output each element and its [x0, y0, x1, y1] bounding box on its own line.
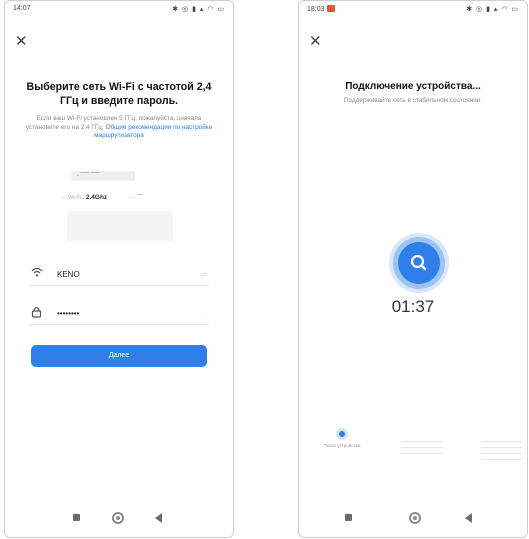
close-icon[interactable]: ✕ [15, 34, 28, 49]
page-title: Выберите сеть Wi-Fi с частотой 2,4 ГГц и… [26, 81, 212, 107]
next-button[interactable]: Далее [31, 345, 207, 367]
system-nav-bar [5, 511, 233, 525]
router-guide-link[interactable]: Общие рекомендации по настройке маршрути… [94, 124, 212, 140]
wifi-icon [31, 267, 43, 280]
wifi-switch-icon[interactable]: ⇄ [200, 270, 207, 279]
status-icons: ✱ ◎ ▮ ▴ ◠ ▭ [172, 6, 225, 13]
wifi-name-field[interactable]: KENO ⇄ [29, 265, 209, 286]
step-pending [397, 431, 447, 454]
close-icon[interactable]: ✕ [309, 34, 322, 49]
step-label: Поиск устройства [323, 443, 361, 448]
countdown-timer: 01:37 [391, 297, 435, 316]
recents-icon[interactable] [73, 514, 80, 521]
system-nav-bar [299, 511, 527, 525]
wifi-name-value: KENO [57, 270, 80, 279]
step-pending [477, 431, 527, 460]
router-band-label: Wi-Fi [68, 195, 82, 201]
search-icon [398, 242, 440, 284]
status-time: 14:07 [13, 5, 31, 12]
step-search-device: Поиск устройства [317, 431, 367, 449]
back-icon[interactable] [155, 513, 162, 523]
status-time: 18:03 [307, 5, 335, 13]
page-subtitle: Поддерживайте сеть в стабильном состояни… [343, 97, 483, 104]
progress-steps: Поиск устройства [313, 431, 523, 471]
wifi-setup-screen: 14:07 ✱ ◎ ▮ ▴ ◠ ▭ ✕ Выберите сеть Wi-Fi … [4, 0, 234, 538]
password-value: •••••••• [57, 309, 80, 318]
lock-icon [31, 306, 42, 321]
status-bar: 14:07 ✱ ◎ ▮ ▴ ◠ ▭ [13, 5, 225, 17]
password-field[interactable]: •••••••• ◌ [29, 304, 209, 325]
recents-icon[interactable] [345, 514, 352, 521]
connecting-screen: 18:03 ✱ ◎ ▮ ▴ ◠ ▭ ✕ Подключение устройст… [298, 0, 528, 538]
router-settings-illustration: • ▔▔ ▔▔ — Wi-Fi : 2.4Ghz — ▔ [57, 167, 181, 247]
page-title: Подключение устройства... [345, 81, 481, 92]
router-band-value: 2.4Ghz [85, 194, 108, 201]
back-icon[interactable] [465, 513, 472, 523]
home-icon[interactable] [112, 512, 124, 524]
status-icons: ✱ ◎ ▮ ▴ ◠ ▭ [466, 6, 519, 13]
status-bar: 18:03 ✱ ◎ ▮ ▴ ◠ ▭ [307, 5, 519, 17]
record-indicator-icon [326, 5, 335, 12]
step-active-dot [339, 431, 345, 437]
home-icon[interactable] [409, 512, 421, 524]
show-password-icon[interactable]: ◌ [202, 309, 207, 318]
page-subtitle: Если ваш Wi-Fi установлен 5 ГГц, пожалуй… [23, 115, 215, 141]
